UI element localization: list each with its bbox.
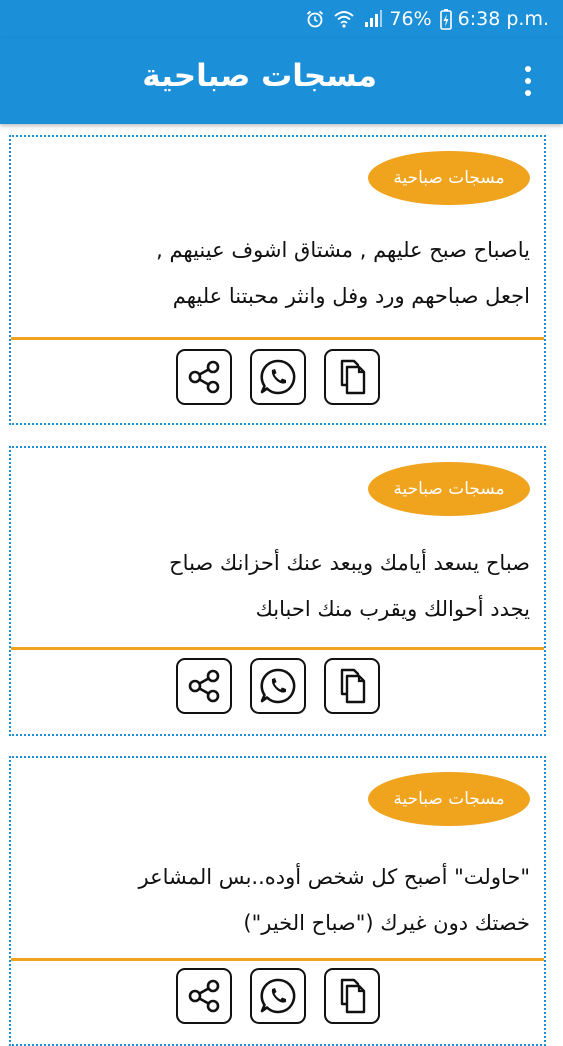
action-bar	[11, 658, 544, 718]
signal-icon	[363, 9, 383, 29]
share-button[interactable]	[175, 349, 232, 405]
clock: 6:38 p.m.	[457, 8, 549, 30]
share-icon	[188, 360, 219, 394]
copy-icon	[340, 668, 365, 704]
share-icon	[188, 669, 219, 703]
divider	[11, 958, 544, 961]
copy-button[interactable]	[323, 658, 380, 714]
message-text: ياصباح صبح عليهم , مشتاق اشوف عينيهم , ا…	[25, 227, 530, 319]
share-button[interactable]	[175, 968, 232, 1024]
copy-button[interactable]	[323, 349, 380, 405]
divider	[11, 337, 544, 340]
copy-button[interactable]	[323, 968, 380, 1024]
message-line: "حاولت" أصبح كل شخص أوده..بس المشاعر	[138, 865, 531, 889]
battery-percent: 76%	[389, 8, 432, 30]
action-bar	[11, 968, 544, 1028]
action-bar	[11, 349, 544, 409]
app-title: مسجات صباحية	[142, 58, 377, 94]
whatsapp-icon	[259, 359, 295, 395]
message-text: صباح يسعد أيامك ويبعد عنك أحزانك صباح يج…	[25, 540, 530, 632]
whatsapp-icon	[259, 978, 295, 1014]
message-line: اجعل صباحهم ورد وفل وانثر محبتنا عليهم	[172, 284, 530, 308]
wifi-icon	[333, 9, 355, 29]
message-card: مسجات صباحية صباح يسعد أيامك ويبعد عنك أ…	[9, 446, 546, 736]
message-line: صباح يسعد أيامك ويبعد عنك أحزانك صباح	[169, 551, 530, 575]
whatsapp-button[interactable]	[249, 349, 306, 405]
message-line: ياصباح صبح عليهم , مشتاق اشوف عينيهم ,	[156, 238, 530, 262]
message-text: "حاولت" أصبح كل شخص أوده..بس المشاعر خصت…	[25, 854, 531, 946]
divider	[11, 647, 544, 650]
message-card: مسجات صباحية ياصباح صبح عليهم , مشتاق اش…	[9, 135, 546, 425]
status-bar: 76% 6:38 p.m.	[0, 0, 563, 38]
whatsapp-button[interactable]	[249, 968, 306, 1024]
copy-icon	[340, 978, 365, 1014]
app-bar: مسجات صباحية	[0, 38, 563, 124]
message-line: يجدد أحوالك ويقرب منك احبابك	[255, 597, 530, 621]
whatsapp-icon	[259, 668, 295, 704]
message-line: خصتك دون غيرك ("صباح الخير")	[243, 911, 530, 935]
category-badge: مسجات صباحية	[368, 462, 530, 516]
category-badge: مسجات صباحية	[368, 772, 530, 826]
more-vertical-icon[interactable]	[514, 66, 542, 96]
category-badge: مسجات صباحية	[368, 151, 530, 205]
share-button[interactable]	[175, 658, 232, 714]
whatsapp-button[interactable]	[249, 658, 306, 714]
alarm-icon	[305, 9, 325, 29]
message-card: مسجات صباحية "حاولت" أصبح كل شخص أوده..ب…	[9, 756, 546, 1046]
battery-charging-icon	[439, 8, 452, 30]
copy-icon	[340, 359, 365, 395]
share-icon	[188, 979, 219, 1013]
